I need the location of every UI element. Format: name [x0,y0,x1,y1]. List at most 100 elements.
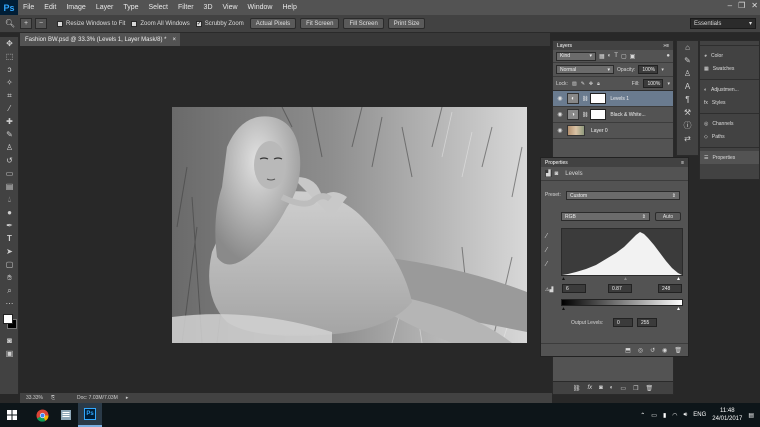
mask-icon[interactable]: ◙ [555,171,559,177]
layer-mask-thumbnail[interactable] [590,109,607,120]
photoshop-taskbar-icon[interactable]: Ps [78,403,102,427]
black-point-eyedropper-icon[interactable]: ⁄ [546,230,547,244]
menu-image[interactable]: Image [61,4,90,11]
new-group-icon[interactable]: ▭ [620,385,626,392]
layer-style-icon[interactable]: fx [588,385,593,391]
menu-3d[interactable]: 3D [199,4,218,11]
dock-adjustments[interactable]: ◐ Adjustmen... [700,83,759,96]
eraser-tool-icon[interactable]: ▭ [0,167,19,180]
delete-adjustment-icon[interactable]: 🗑︎ [674,347,682,354]
black-input-slider-icon[interactable]: ▲ [561,276,566,282]
type-tool-icon[interactable]: T [0,232,19,245]
input-white-field[interactable]: 248 [658,284,682,293]
path-selection-tool-icon[interactable]: ➤ [0,245,19,258]
panel-collapse-icon[interactable]: »≡ [663,43,669,49]
pen-tool-icon[interactable]: ✒ [0,219,19,232]
hand-tool-icon[interactable]: ✋︎ [0,271,19,284]
filter-adjustment-icon[interactable]: ◐ [608,53,612,59]
layer-row-levels[interactable]: ◉ ◐ ⛓ Levels 1 [553,91,673,107]
fill-screen-button[interactable]: Fill Screen [343,18,384,29]
menu-help[interactable]: Help [277,4,301,11]
foreground-color-swatch[interactable] [3,314,13,324]
export-icon[interactable]: ⎘ [51,395,55,401]
zoom-out-icon[interactable]: − [35,18,47,29]
tool-presets-icon[interactable]: ⚒ [677,106,698,119]
visibility-eye-icon[interactable]: ◉ [553,111,567,118]
levels-histogram-icon[interactable]: ▟ [545,170,552,177]
clone-source-icon[interactable]: ♙ [677,67,698,80]
filter-pixel-icon[interactable]: ▦ [599,53,605,60]
close-icon[interactable]: ✕ [751,1,758,10]
preset-select[interactable]: Custom ⇕ [566,191,680,200]
volume-icon[interactable]: 🔊︎ [684,412,688,419]
output-black-field[interactable]: 0 [613,318,633,327]
filter-toggle-icon[interactable]: ● [666,53,670,59]
quick-select-tool-icon[interactable]: ✧ [0,76,19,89]
wifi-icon[interactable]: ◠ [672,412,677,419]
move-tool-icon[interactable]: ✥ [0,37,19,50]
lock-all-icon[interactable]: 🔒︎ [597,81,600,87]
tray-expand-icon[interactable]: ⌃ [640,412,645,419]
menu-view[interactable]: View [218,4,243,11]
fill-input[interactable]: 100% [643,79,664,88]
minimize-icon[interactable]: – [728,1,732,10]
link-layers-icon[interactable]: ⛓ [573,385,581,392]
panel-menu-icon[interactable]: ≡ [681,160,684,166]
black-output-slider-icon[interactable]: ▲ [561,306,566,312]
input-gamma-field[interactable]: 0.87 [608,284,632,293]
screen-mode-icon[interactable]: ▣ [0,347,19,360]
history-icon[interactable]: ⌂ [677,41,698,54]
zoom-tool-icon[interactable]: ⌕ [0,284,19,297]
auto-button[interactable]: Auto [655,212,681,221]
input-slider-track[interactable]: ▲ ▲ ▲ [561,276,683,282]
input-black-field[interactable]: 6 [562,284,586,293]
layer-name[interactable]: Black & White... [610,112,645,118]
clip-to-layer-icon[interactable]: ⬒ [625,347,631,354]
dock-swatches[interactable]: ▦ Swatches [700,62,759,75]
layer-mask-thumbnail[interactable] [590,93,607,104]
brush-tool-icon[interactable]: ✎ [0,128,19,141]
menu-window[interactable]: Window [243,4,278,11]
layer-name[interactable]: Layer 0 [591,128,608,134]
layer-filter-kind-select[interactable]: Kind ▾ [556,51,596,61]
delete-layer-icon[interactable]: 🗑︎ [645,385,653,392]
fit-screen-button[interactable]: Fit Screen [300,18,340,29]
crop-tool-icon[interactable]: ⌗ [0,89,19,102]
zoom-level[interactable]: 33.33% [26,395,43,401]
scrubby-zoom-checkbox[interactable]: Scrubby Zoom [195,20,244,27]
filter-shape-icon[interactable]: ▢ [621,53,627,60]
gamma-input-slider-icon[interactable]: ▲ [623,276,628,282]
menu-select[interactable]: Select [144,4,173,11]
menu-layer[interactable]: Layer [91,4,119,11]
output-white-field[interactable]: 255 [637,318,657,327]
chrome-icon[interactable] [30,403,54,427]
output-slider-track[interactable]: ▲ ▲ [561,306,683,312]
windows-start-icon[interactable] [0,403,24,427]
status-menu-arrow-icon[interactable]: ▸ [126,395,129,401]
filter-smart-icon[interactable]: ▣ [630,53,636,60]
info-icon[interactable]: ⓘ [677,119,698,132]
notifications-icon[interactable]: ▤ [748,412,754,419]
menu-type[interactable]: Type [118,4,143,11]
white-output-slider-icon[interactable]: ▲ [676,306,681,312]
battery-icon[interactable]: ▮ [663,412,666,419]
character-icon[interactable]: A [677,80,698,93]
visibility-eye-icon[interactable]: ◉ [553,127,567,134]
menu-edit[interactable]: Edit [39,4,61,11]
add-mask-icon[interactable]: ◙ [599,385,603,391]
filter-type-icon[interactable]: T [614,53,618,59]
language-indicator[interactable]: ENG [693,412,706,418]
paragraph-icon[interactable]: ¶ [677,93,698,106]
menu-filter[interactable]: Filter [173,4,199,11]
maximize-icon[interactable]: ❐ [738,1,745,10]
lock-position-icon[interactable]: ✥ [589,81,593,87]
more-tools-icon[interactable]: ⋯ [0,297,19,310]
close-tab-icon[interactable]: × [172,37,176,43]
channel-select[interactable]: RGB ⇕ [561,212,650,221]
dock-color[interactable]: ◕ Color [700,49,759,62]
white-point-eyedropper-icon[interactable]: ⁄ [546,258,547,272]
dock-styles[interactable]: fx Styles [700,96,759,109]
dodge-tool-icon[interactable]: ● [0,206,19,219]
lasso-tool-icon[interactable]: ↄ [0,63,19,76]
marquee-tool-icon[interactable]: ⬚ [0,50,19,63]
